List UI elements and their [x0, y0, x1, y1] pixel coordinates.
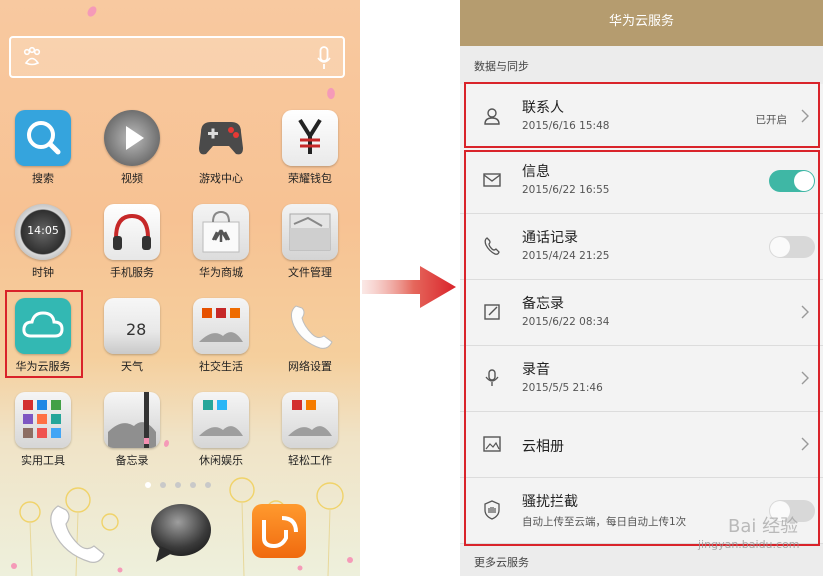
magnifier-icon	[15, 110, 71, 166]
app-memo[interactable]: 备忘录	[97, 392, 167, 467]
app-label: 搜索	[32, 172, 54, 185]
app-entertainment-folder[interactable]: 休闲娱乐	[186, 392, 256, 467]
tools-folder-icon	[15, 392, 71, 448]
weather-temp: 28	[126, 320, 147, 339]
watermark-url: jingyan.baidu.com	[698, 538, 800, 551]
app-game-center[interactable]: 游戏中心	[186, 110, 256, 185]
highlight-box-contacts	[464, 82, 820, 148]
app-label: 休闲娱乐	[199, 454, 243, 467]
section-header-more-services: 更多云服务	[474, 556, 529, 569]
app-label: 网络设置	[288, 360, 332, 373]
launcher-screen: 搜索 视频 游戏中心 荣耀钱包 14:05 时钟 手机服务 华为商城 文件管理 …	[0, 0, 360, 576]
title-bar: 华为云服务	[460, 0, 823, 46]
memo-icon	[104, 392, 160, 448]
app-label: 荣耀钱包	[288, 172, 332, 185]
search-bar[interactable]	[9, 36, 345, 78]
app-label: 手机服务	[110, 266, 154, 279]
dock-phone-handset-icon[interactable]	[42, 500, 112, 566]
app-label: 备忘录	[115, 454, 149, 467]
highlight-box-cloud-app	[5, 290, 83, 378]
section-header-data-sync: 数据与同步	[474, 60, 529, 73]
app-label: 实用工具	[21, 454, 65, 467]
social-folder-icon	[193, 298, 249, 354]
petal-decoration	[86, 4, 98, 19]
app-label: 社交生活	[199, 360, 243, 373]
wallet-icon	[282, 110, 338, 166]
app-file-manager[interactable]: 文件管理	[275, 204, 345, 279]
app-phone-service[interactable]: 手机服务	[97, 204, 167, 279]
entertainment-folder-icon	[193, 392, 249, 448]
baidu-paw-icon	[23, 46, 41, 66]
cloud-service-screen: 华为云服务 数据与同步 联系人 2015/6/16 15:48 已开启 信息 2…	[460, 0, 823, 576]
app-label: 华为商城	[199, 266, 243, 279]
watermark-brand: Bai 经验	[728, 516, 799, 537]
app-social-life-folder[interactable]: 社交生活	[186, 298, 256, 373]
headphones-icon	[104, 204, 160, 260]
transition-arrow-icon	[362, 266, 456, 308]
app-label: 视频	[121, 172, 143, 185]
petal-decoration	[325, 87, 337, 100]
highlight-box-sync-items	[464, 150, 820, 546]
app-label: 文件管理	[288, 266, 332, 279]
clock-icon: 14:05	[15, 204, 71, 260]
app-label: 天气	[121, 360, 143, 373]
app-clock[interactable]: 14:05 时钟	[8, 204, 78, 279]
folder-icon	[282, 204, 338, 260]
weather-icon: 28	[104, 298, 160, 354]
voice-search-mic-icon[interactable]	[317, 46, 331, 70]
app-label: 游戏中心	[199, 172, 243, 185]
app-huawei-store[interactable]: 华为商城	[186, 204, 256, 279]
app-honor-wallet[interactable]: 荣耀钱包	[275, 110, 345, 185]
gamepad-icon	[193, 110, 249, 166]
app-weather[interactable]: 28 天气	[97, 298, 167, 373]
page-title: 华为云服务	[608, 14, 674, 29]
phone-handset-icon	[282, 298, 338, 354]
app-label: 轻松工作	[288, 454, 332, 467]
app-network-settings[interactable]: 网络设置	[275, 298, 345, 373]
app-label: 时钟	[32, 266, 54, 279]
app-video[interactable]: 视频	[97, 110, 167, 185]
dock-messaging-bubble-icon[interactable]	[146, 500, 216, 566]
shopping-bag-icon	[193, 204, 249, 260]
app-easy-work-folder[interactable]: 轻松工作	[275, 392, 345, 467]
app-tools-folder[interactable]: 实用工具	[8, 392, 78, 467]
work-folder-icon	[282, 392, 338, 448]
video-play-icon	[104, 110, 160, 166]
clock-time: 14:05	[27, 224, 59, 237]
dock-uc-browser-icon[interactable]	[252, 504, 306, 558]
app-search[interactable]: 搜索	[8, 110, 78, 185]
